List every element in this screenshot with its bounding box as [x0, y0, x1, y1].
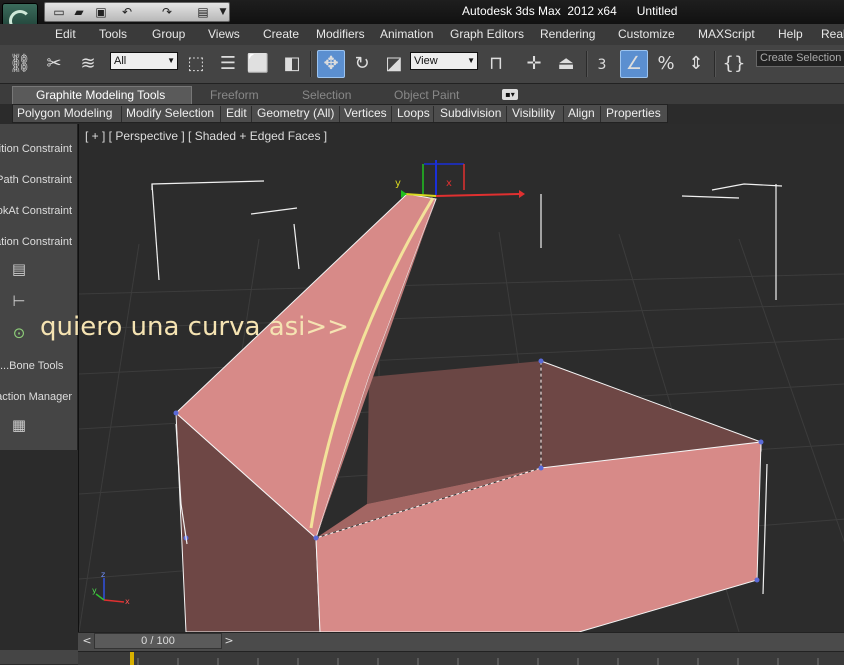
- tab-selection[interactable]: Selection: [302, 88, 351, 102]
- qat-dropdown-icon[interactable]: ▼: [215, 5, 231, 19]
- ribbon-loops[interactable]: Loops: [397, 106, 430, 120]
- position-constraint-item[interactable]: Position Constraint: [0, 143, 72, 155]
- keyboard-shortcut-override-icon[interactable]: ⏏: [554, 52, 578, 76]
- save-icon[interactable]: ▣: [93, 5, 109, 19]
- ribbon-panel: Polygon Modeling Modify Selection Edit G…: [12, 104, 668, 123]
- bind-to-space-warp-icon[interactable]: ≋: [76, 52, 100, 76]
- menu-edit[interactable]: Edit: [55, 27, 76, 41]
- gizmo-y-label: y: [395, 178, 401, 189]
- new-file-icon[interactable]: ▭: [51, 5, 67, 19]
- previous-frame-icon[interactable]: <: [80, 634, 94, 648]
- snap-value: 3: [597, 57, 607, 73]
- ribbon-modify-selection[interactable]: Modify Selection: [126, 106, 214, 120]
- layers-icon[interactable]: ▤: [8, 260, 30, 280]
- ribbon-geometry-all[interactable]: Geometry (All): [257, 106, 334, 120]
- tab-object-paint[interactable]: Object Paint: [394, 88, 459, 102]
- chevron-down-icon: ▼: [467, 56, 475, 65]
- menu-bar: Edit Tools Group Views Create Modifiers …: [0, 24, 844, 46]
- viewport-scene: [79, 160, 844, 632]
- menu-group[interactable]: Group: [152, 27, 185, 41]
- menu-views[interactable]: Views: [208, 27, 240, 41]
- use-pivot-point-center-icon[interactable]: ⊓: [484, 52, 508, 76]
- lookat-constraint-item[interactable]: LookAt Constraint: [0, 205, 72, 217]
- pivot-target-icon[interactable]: ⊙: [8, 324, 30, 344]
- rectangular-selection-region-icon[interactable]: ⬜: [246, 52, 270, 76]
- annotation-text: quiero una curva asi>>: [40, 312, 349, 342]
- select-and-scale-icon[interactable]: ◪: [382, 52, 406, 76]
- reference-coordinate-value: View: [414, 55, 438, 67]
- snaps-toggle-icon[interactable]: 3: [590, 52, 614, 76]
- create-selection-set-input[interactable]: Create Selection S: [756, 50, 844, 67]
- open-file-icon[interactable]: ▰: [71, 5, 87, 19]
- path-constraint-item[interactable]: Path Constraint: [0, 174, 72, 186]
- menu-create[interactable]: Create: [263, 27, 299, 41]
- box-mesh: [173, 193, 768, 632]
- menu-real[interactable]: Real: [821, 27, 844, 41]
- menu-graph-editors[interactable]: Graph Editors: [450, 27, 524, 41]
- angle-snap-toggle-icon[interactable]: ∠: [620, 50, 648, 78]
- next-frame-icon[interactable]: >: [222, 634, 236, 648]
- menu-customize[interactable]: Customize: [618, 27, 675, 41]
- align-icon[interactable]: ⊢: [8, 292, 30, 312]
- edit-named-selection-sets-icon[interactable]: {}: [722, 52, 746, 76]
- perspective-viewport[interactable]: [78, 124, 844, 632]
- ribbon-visibility[interactable]: Visibility: [512, 106, 555, 120]
- project-folder-icon[interactable]: ▤: [195, 5, 211, 19]
- main-toolbar: ⛓ ✂ ≋ All ▼ ⬚ ☰ ⬜ ◧ ✥ ↻ ◪ View ▼ ⊓ ✛ ⏏ 3…: [0, 45, 844, 84]
- animation-tools-panel: Position Constraint Path Constraint Look…: [0, 124, 78, 450]
- ribbon-edit[interactable]: Edit: [226, 106, 247, 120]
- menu-rendering[interactable]: Rendering: [540, 27, 595, 41]
- ribbon-options-icon[interactable]: ▪▾: [502, 89, 518, 100]
- axis-tripod-icon: z x y: [92, 570, 130, 606]
- unlink-selection-icon[interactable]: ✂: [42, 52, 66, 76]
- undo-icon[interactable]: ↶: [119, 5, 135, 19]
- mini-listener-area[interactable]: [0, 650, 110, 664]
- percent-snap-toggle-icon[interactable]: %: [654, 52, 678, 76]
- move-gizmo: [401, 160, 525, 198]
- ribbon-vertices[interactable]: Vertices: [344, 106, 387, 120]
- select-and-move-icon[interactable]: ✥: [317, 50, 345, 78]
- ribbon-polygon-modeling[interactable]: Polygon Modeling: [17, 106, 112, 120]
- time-slider[interactable]: 0 / 100: [94, 633, 222, 649]
- selection-filter-dropdown[interactable]: All ▼: [110, 52, 178, 70]
- list-dialog-icon[interactable]: ▦: [8, 416, 30, 436]
- tab-graphite-modeling-tools[interactable]: Graphite Modeling Tools: [36, 88, 165, 102]
- tripod-x-label: x: [125, 597, 130, 606]
- select-and-manipulate-icon[interactable]: ✛: [522, 52, 546, 76]
- menu-help[interactable]: Help: [778, 27, 803, 41]
- select-and-rotate-icon[interactable]: ↻: [350, 52, 374, 76]
- select-by-name-icon[interactable]: ☰: [216, 52, 240, 76]
- chevron-down-icon: ▼: [167, 56, 175, 65]
- tripod-z-label: z: [101, 570, 105, 579]
- bone-tools-item[interactable]: Bone Tools...: [0, 360, 72, 372]
- menu-animation[interactable]: Animation: [380, 27, 433, 41]
- menu-maxscript[interactable]: MAXScript: [698, 27, 755, 41]
- viewport-label[interactable]: [ + ] [ Perspective ] [ Shaded + Edged F…: [85, 129, 327, 143]
- ribbon-subdivision[interactable]: Subdivision: [440, 106, 501, 120]
- tripod-y-label: y: [92, 586, 97, 595]
- gizmo-x-label: x: [446, 178, 452, 189]
- track-bar-ticks: [137, 658, 819, 665]
- orientation-constraint-item[interactable]: Orientation Constraint: [0, 236, 72, 248]
- select-object-icon[interactable]: ⬚: [184, 52, 208, 76]
- track-bar[interactable]: [78, 651, 844, 665]
- ribbon-align[interactable]: Align: [568, 106, 595, 120]
- selection-filter-value: All: [114, 55, 127, 67]
- select-and-link-icon[interactable]: ⛓: [8, 52, 32, 76]
- redo-icon[interactable]: ↷: [159, 5, 175, 19]
- spinner-snap-toggle-icon[interactable]: ⇕: [684, 52, 708, 76]
- window-crossing-icon[interactable]: ◧: [280, 52, 304, 76]
- ribbon-properties[interactable]: Properties: [606, 106, 661, 120]
- tab-freeform[interactable]: Freeform: [210, 88, 259, 102]
- menu-tools[interactable]: Tools: [99, 27, 127, 41]
- quick-access-toolbar: ▭ ▰ ▣ ↶ ↷ ▤ ▼: [44, 2, 230, 22]
- reference-coordinate-dropdown[interactable]: View ▼: [410, 52, 478, 70]
- bounding-box-brackets: [151, 180, 783, 300]
- reaction-manager-item[interactable]: Reaction Manager: [0, 391, 72, 403]
- window-title: Autodesk 3ds Max 2012 x64 Untitled: [462, 4, 678, 18]
- menu-modifiers[interactable]: Modifiers: [316, 27, 365, 41]
